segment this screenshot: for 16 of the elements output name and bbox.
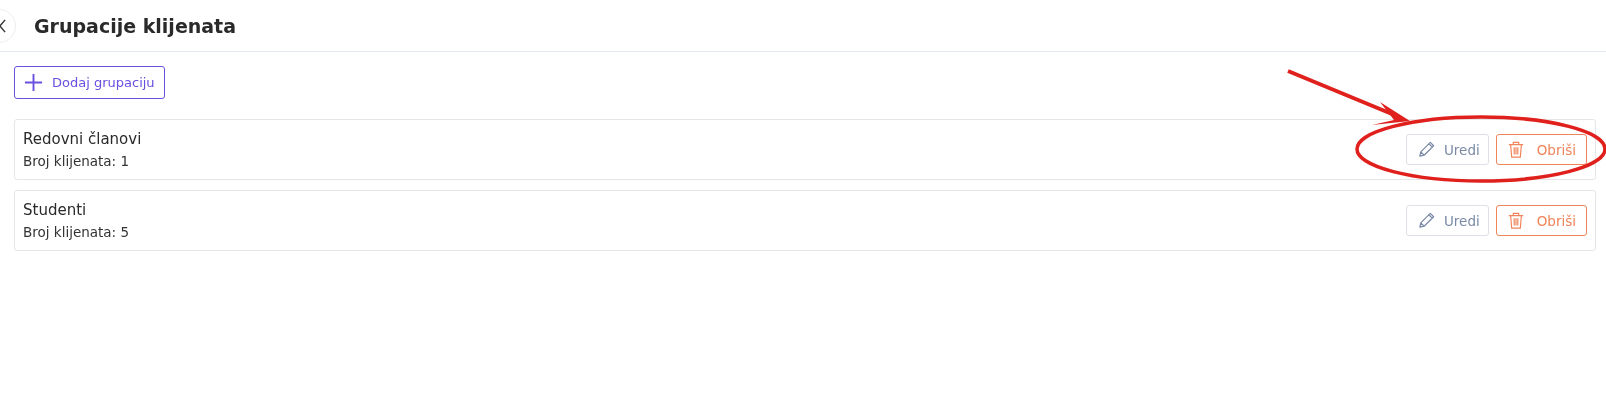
trash-icon <box>1506 140 1525 159</box>
page-title: Grupacije klijenata <box>34 14 236 37</box>
pencil-icon <box>1416 140 1436 159</box>
trash-icon <box>1506 211 1525 230</box>
delete-button[interactable]: Obriši <box>1495 205 1587 236</box>
group-name: Studenti <box>23 201 88 219</box>
edit-button[interactable]: Uredi <box>1405 205 1489 236</box>
group-name: Redovni članovi <box>23 130 142 148</box>
client-count: Broj klijenata: 5 <box>23 224 130 240</box>
pencil-icon <box>1416 211 1436 230</box>
client-count: Broj klijenata: 1 <box>23 153 131 169</box>
delete-button[interactable]: Obriši <box>1495 134 1587 165</box>
add-group-button[interactable]: Dodaj grupaciju <box>14 66 165 99</box>
edit-button[interactable]: Uredi <box>1405 134 1489 165</box>
plus-icon <box>24 73 43 92</box>
back-icon <box>0 18 7 33</box>
